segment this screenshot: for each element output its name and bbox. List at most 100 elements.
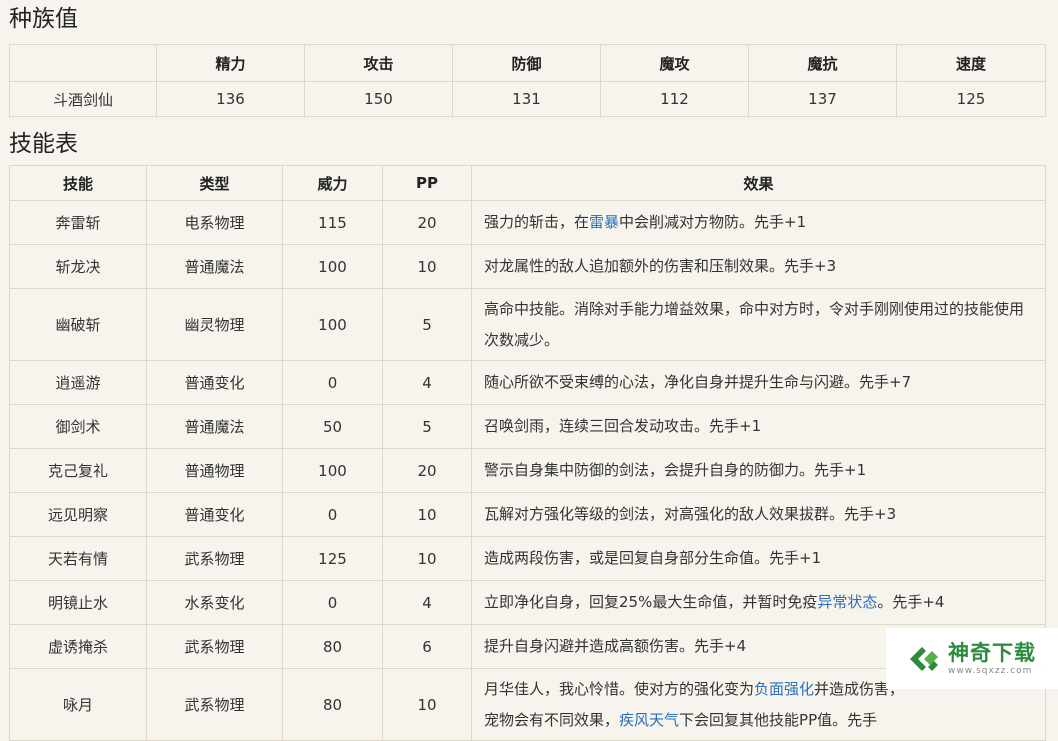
skills-header-cell: 类型 xyxy=(146,165,283,201)
stats-heading: 种族值 xyxy=(9,6,78,32)
skill-effect: 立即净化自身，回复25%最大生命值，并暂时免疫异常状态。先手+4 xyxy=(471,580,1046,625)
skill-effect: 召唤剑雨，连续三回合发动攻击。先手+1 xyxy=(471,404,1046,449)
skill-power: 100 xyxy=(282,448,383,493)
skill-type: 武系物理 xyxy=(146,668,283,741)
stats-header-cell: 攻击 xyxy=(304,44,453,82)
skill-power: 50 xyxy=(282,404,383,449)
stats-cell: 131 xyxy=(452,81,601,117)
skills-header-cell: 技能 xyxy=(9,165,147,201)
effect-text: 提升自身闪避并造成高额伤害。先手+4 xyxy=(484,637,747,655)
skill-power: 0 xyxy=(282,360,383,405)
skill-power: 100 xyxy=(282,244,383,289)
skill-pp: 20 xyxy=(382,448,472,493)
skills-header-cell: PP xyxy=(382,165,472,201)
stats-header-cell xyxy=(9,44,157,82)
skill-pp: 6 xyxy=(382,624,472,669)
skill-type: 普通物理 xyxy=(146,448,283,493)
skills-heading: 技能表 xyxy=(9,131,78,157)
skill-effect: 随心所欲不受束缚的心法，净化自身并提升生命与闪避。先手+7 xyxy=(471,360,1046,405)
skill-row: 幽破斩 幽灵物理 100 5 高命中技能。消除对手能力增益效果，命中对方时，令对手刚刚使… xyxy=(9,288,1046,361)
skill-name: 御剑术 xyxy=(9,404,147,449)
skill-name: 幽破斩 xyxy=(9,288,147,361)
effect-text: 强力的斩击，在 xyxy=(484,213,590,231)
effect-link[interactable]: 疾风天气 xyxy=(619,711,679,729)
stats-header-cell: 防御 xyxy=(452,44,601,82)
skill-power: 125 xyxy=(282,536,383,581)
skill-name: 咏月 xyxy=(9,668,147,741)
skill-name: 虚诱掩杀 xyxy=(9,624,147,669)
skill-pp: 20 xyxy=(382,200,472,245)
watermark-logo: 神奇下载 www.sqxzz.com xyxy=(886,628,1058,689)
stats-table: 精力 攻击 防御 魔攻 魔抗 速度 斗酒剑仙 136 150 131 112 1… xyxy=(9,44,1046,117)
skills-header-row: 技能 类型 威力 PP 效果 xyxy=(9,165,1046,201)
skill-pp: 10 xyxy=(382,492,472,537)
skill-type: 武系物理 xyxy=(146,624,283,669)
skill-type: 电系物理 xyxy=(146,200,283,245)
skill-name: 克己复礼 xyxy=(9,448,147,493)
skill-power: 115 xyxy=(282,200,383,245)
skill-type: 普通魔法 xyxy=(146,404,283,449)
skill-power: 80 xyxy=(282,668,383,741)
skill-power: 100 xyxy=(282,288,383,361)
effect-text: 警示自身集中防御的剑法，会提升自身的防御力。先手+1 xyxy=(484,461,867,479)
stats-cell: 125 xyxy=(896,81,1046,117)
skill-pp: 10 xyxy=(382,244,472,289)
stats-header-row: 精力 攻击 防御 魔攻 魔抗 速度 xyxy=(9,44,1046,82)
skill-type: 普通魔法 xyxy=(146,244,283,289)
skill-row: 御剑术 普通魔法 50 5 召唤剑雨，连续三回合发动攻击。先手+1 xyxy=(9,404,1046,449)
stats-cell: 150 xyxy=(304,81,453,117)
skill-row: 克己复礼 普通物理 100 20 警示自身集中防御的剑法，会提升自身的防御力。先手+1 xyxy=(9,448,1046,493)
skill-type: 水系变化 xyxy=(146,580,283,625)
skill-row: 远见明察 普通变化 0 10 瓦解对方强化等级的剑法，对高强化的敌人效果拔群。先手+3 xyxy=(9,492,1046,537)
watermark-brand: 神奇下载 xyxy=(948,640,1036,665)
stats-row: 斗酒剑仙 136 150 131 112 137 125 xyxy=(9,81,1046,117)
effect-text: 对龙属性的敌人追加额外的伤害和压制效果。先手+3 xyxy=(484,257,837,275)
watermark-text: 神奇下载 www.sqxzz.com xyxy=(948,641,1036,677)
skill-row: 斩龙决 普通魔法 100 10 对龙属性的敌人追加额外的伤害和压制效果。先手+3 xyxy=(9,244,1046,289)
skill-pp: 10 xyxy=(382,536,472,581)
skill-power: 80 xyxy=(282,624,383,669)
skill-name: 远见明察 xyxy=(9,492,147,537)
skill-pp: 5 xyxy=(382,288,472,361)
effect-text: 高命中技能。消除对手能力增益效果，命中对方时，令对手刚刚使用过的技能使用次数减少… xyxy=(484,299,1025,349)
skill-effect: 造成两段伤害，或是回复自身部分生命值。先手+1 xyxy=(471,536,1046,581)
stats-cell: 斗酒剑仙 xyxy=(9,81,157,117)
skill-row: 天若有情 武系物理 125 10 造成两段伤害，或是回复自身部分生命值。先手+1 xyxy=(9,536,1046,581)
skill-pp: 4 xyxy=(382,580,472,625)
watermark-url: www.sqxzz.com xyxy=(948,665,1033,676)
skill-pp: 10 xyxy=(382,668,472,741)
skill-row: 逍遥游 普通变化 0 4 随心所欲不受束缚的心法，净化自身并提升生命与闪避。先手+7 xyxy=(9,360,1046,405)
stats-header-cell: 魔攻 xyxy=(600,44,749,82)
skill-name: 天若有情 xyxy=(9,536,147,581)
skill-type: 武系物理 xyxy=(146,536,283,581)
stats-header-cell: 速度 xyxy=(896,44,1046,82)
skill-type: 普通变化 xyxy=(146,360,283,405)
skills-header-cell: 效果 xyxy=(471,165,1046,201)
stats-cell: 137 xyxy=(748,81,897,117)
effect-text: 瓦解对方强化等级的剑法，对高强化的敌人效果拔群。先手+3 xyxy=(484,505,897,523)
skill-row: 奔雷斩 电系物理 115 20 强力的斩击，在雷暴中会削减对方物防。先手+1 xyxy=(9,200,1046,245)
skill-name: 逍遥游 xyxy=(9,360,147,405)
skill-effect: 瓦解对方强化等级的剑法，对高强化的敌人效果拔群。先手+3 xyxy=(471,492,1046,537)
skill-row: 明镜止水 水系变化 0 4 立即净化自身，回复25%最大生命值，并暂时免疫异常状态。先手… xyxy=(9,580,1046,625)
skill-type: 普通变化 xyxy=(146,492,283,537)
effect-link[interactable]: 雷暴 xyxy=(589,213,619,231)
skill-name: 奔雷斩 xyxy=(9,200,147,245)
stats-cell: 136 xyxy=(156,81,305,117)
effect-text: 宠物会有不同效果， xyxy=(484,710,620,729)
effect-link[interactable]: 异常状态 xyxy=(817,593,877,611)
stats-header-cell: 魔抗 xyxy=(748,44,897,82)
skill-power: 0 xyxy=(282,492,383,537)
skill-effect: 对龙属性的敌人追加额外的伤害和压制效果。先手+3 xyxy=(471,244,1046,289)
skill-effect: 高命中技能。消除对手能力增益效果，命中对方时，令对手刚刚使用过的技能使用次数减少… xyxy=(471,288,1046,361)
skill-pp: 4 xyxy=(382,360,472,405)
stats-header-cell: 精力 xyxy=(156,44,305,82)
effect-text: 造成两段伤害，或是回复自身部分生命值。先手+1 xyxy=(484,549,822,567)
effect-text: 中会削减对方物防。先手+1 xyxy=(619,213,807,231)
effect-text: 召唤剑雨，连续三回合发动攻击。先手+1 xyxy=(484,417,762,435)
leaf-logo-icon xyxy=(910,646,938,671)
effect-text: 下会回复其他技能PP值。先手 xyxy=(679,710,878,729)
skill-pp: 5 xyxy=(382,404,472,449)
skill-name: 斩龙决 xyxy=(9,244,147,289)
effect-text: 随心所欲不受束缚的心法，净化自身并提升生命与闪避。先手+7 xyxy=(484,373,912,391)
